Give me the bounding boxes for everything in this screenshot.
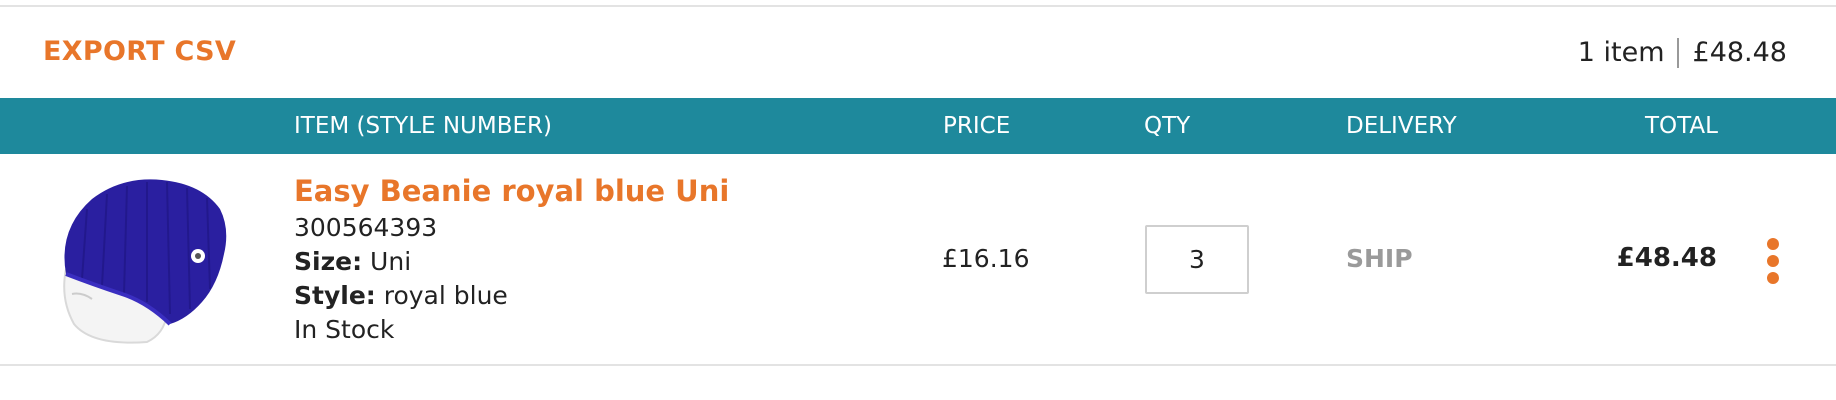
size-label: Size: — [294, 247, 363, 276]
column-header-total: TOTAL — [1645, 113, 1718, 139]
summary-separator — [1676, 37, 1679, 68]
stock-status: In Stock — [294, 315, 395, 344]
style-label: Style: — [294, 281, 376, 310]
style-value: royal blue — [383, 281, 508, 310]
delivery-method: SHIP — [1346, 244, 1413, 273]
column-header-qty: QTY — [1144, 113, 1191, 139]
product-name-link[interactable]: Easy Beanie royal blue Uni — [294, 174, 729, 208]
table-row: Easy Beanie royal blue Uni 300564393 Siz… — [0, 154, 1836, 364]
table-header: ITEM (STYLE NUMBER) PRICE QTY DELIVERY T… — [0, 98, 1836, 154]
cart-total: £48.48 — [1692, 37, 1787, 68]
cart-summary: 1 item £48.48 — [1578, 37, 1787, 68]
style-line: Style: royal blue — [294, 281, 508, 310]
quantity-input[interactable] — [1145, 225, 1249, 294]
menu-dot — [1767, 255, 1779, 267]
export-csv-link[interactable]: EXPORT CSV — [43, 36, 236, 67]
menu-dot — [1767, 238, 1779, 250]
bottom-divider — [0, 364, 1836, 366]
menu-dot — [1767, 272, 1779, 284]
unit-price: £16.16 — [942, 244, 1030, 273]
column-header-price: PRICE — [943, 113, 1011, 139]
item-count: 1 item — [1577, 37, 1665, 68]
style-number: 300564393 — [294, 213, 438, 242]
size-value: Uni — [370, 247, 412, 276]
cart-page: EXPORT CSV 1 item £48.48 ITEM (STYLE NUM… — [0, 0, 1836, 400]
cart-toolbar: EXPORT CSV 1 item £48.48 — [0, 7, 1836, 98]
size-line: Size: Uni — [294, 247, 411, 276]
blue-beanie-product-image[interactable] — [52, 174, 228, 344]
column-header-item: ITEM (STYLE NUMBER) — [294, 113, 552, 139]
line-total: £48.48 — [1616, 243, 1717, 273]
vertical-ellipsis-icon[interactable] — [1763, 238, 1783, 284]
column-header-delivery: DELIVERY — [1346, 113, 1457, 139]
